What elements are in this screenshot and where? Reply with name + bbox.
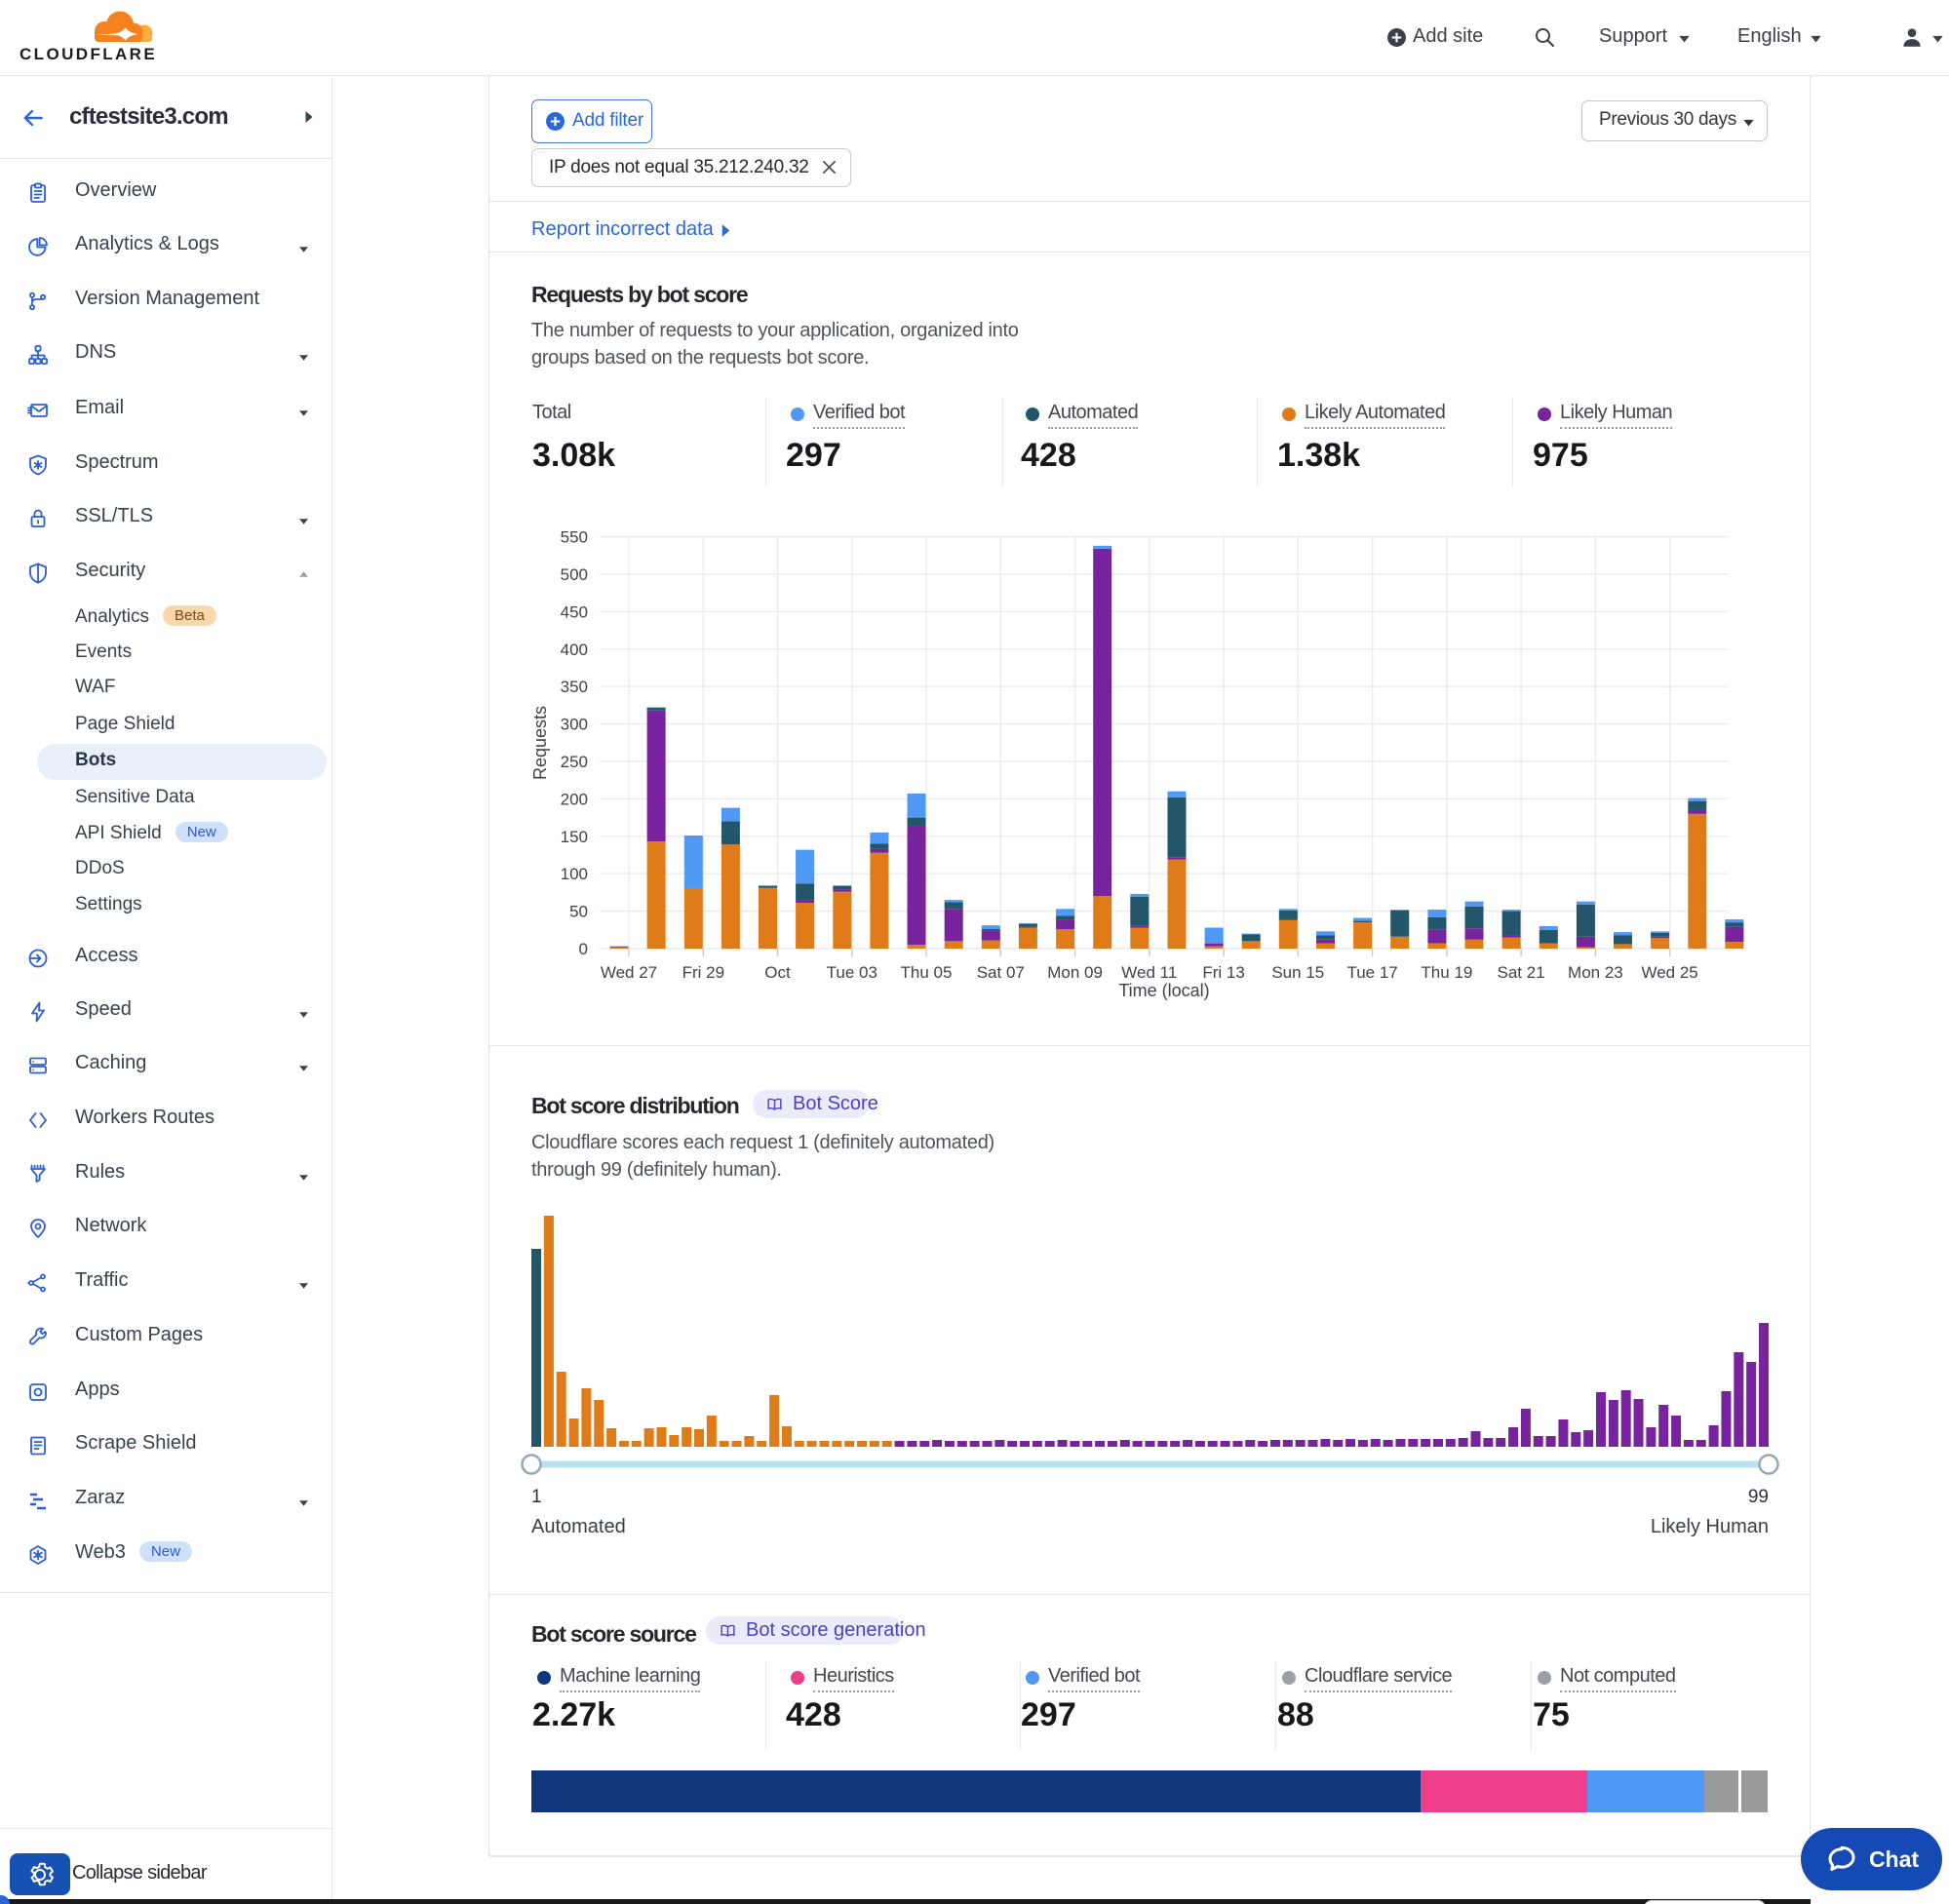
svg-text:Sat 21: Sat 21 [1498, 963, 1545, 982]
svg-text:550: 550 [561, 528, 588, 547]
svg-text:Wed 11: Wed 11 [1121, 963, 1177, 982]
svg-text:Fri 13: Fri 13 [1202, 963, 1244, 982]
svg-text:Tue 03: Tue 03 [827, 963, 877, 982]
svg-text:Thu 19: Thu 19 [1421, 963, 1472, 982]
svg-text:Sat 07: Sat 07 [977, 963, 1025, 982]
svg-text:Fri 29: Fri 29 [682, 963, 724, 982]
svg-text:0: 0 [579, 940, 588, 958]
svg-text:400: 400 [561, 641, 588, 659]
svg-text:Sun 15: Sun 15 [1271, 963, 1324, 982]
svg-text:450: 450 [561, 602, 588, 621]
svg-text:500: 500 [561, 565, 588, 584]
svg-text:200: 200 [561, 790, 588, 808]
svg-text:100: 100 [561, 865, 588, 883]
svg-text:300: 300 [561, 716, 588, 734]
svg-text:250: 250 [561, 753, 588, 771]
svg-text:Tue 17: Tue 17 [1346, 963, 1397, 982]
svg-text:50: 50 [569, 903, 588, 921]
svg-text:Oct: Oct [764, 963, 791, 982]
svg-text:Wed 25: Wed 25 [1641, 963, 1697, 982]
svg-text:150: 150 [561, 828, 588, 846]
svg-text:350: 350 [561, 678, 588, 696]
svg-text:Thu 05: Thu 05 [901, 963, 953, 982]
svg-text:Mon 23: Mon 23 [1568, 963, 1623, 982]
svg-text:Requests: Requests [530, 706, 550, 780]
svg-text:Time (local): Time (local) [1118, 981, 1209, 1000]
svg-text:Wed 27: Wed 27 [601, 963, 657, 982]
svg-text:Mon 09: Mon 09 [1047, 963, 1103, 982]
